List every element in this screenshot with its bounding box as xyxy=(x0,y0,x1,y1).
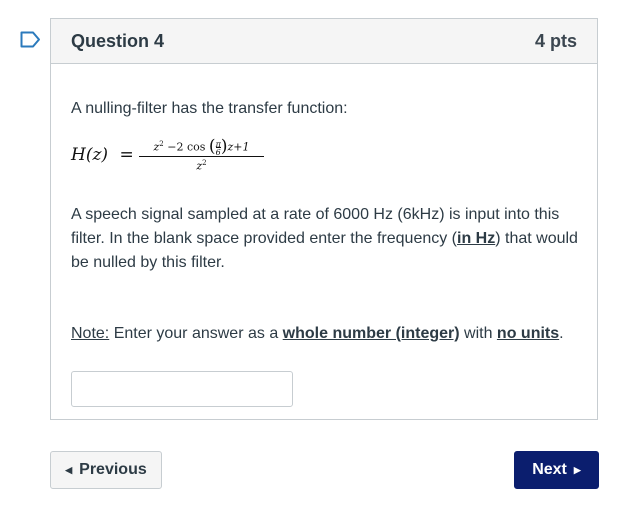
question-intro: A nulling-filter has the transfer functi… xyxy=(71,100,348,117)
previous-button[interactable]: ◀ Previous xyxy=(50,451,162,489)
question-note: Note: Enter your answer as a whole numbe… xyxy=(71,325,564,342)
formula-lhs: H(z) = xyxy=(71,145,134,165)
triangle-right-icon: ▶ xyxy=(573,464,581,475)
formula-numerator: z2 −2 cos (π 6)z+1 xyxy=(153,136,250,157)
in-hz-link[interactable]: in Hz xyxy=(457,230,495,247)
question-title: Question 4 xyxy=(71,30,165,51)
question-header: Question 4 4 pts xyxy=(51,19,597,64)
previous-label: Previous xyxy=(79,461,147,478)
formula-fraction: z2 −2 cos (π 6)z+1 z2 xyxy=(139,133,264,173)
formula-fraction-bar xyxy=(139,156,264,157)
question-description: A speech signal sampled at a rate of 600… xyxy=(71,206,578,271)
question-points: 4 pts xyxy=(534,30,577,51)
next-label: Next xyxy=(532,461,567,478)
formula-denominator: z2 xyxy=(196,159,207,173)
bookmark-flag-icon[interactable] xyxy=(20,31,41,48)
question-card: Question 4 4 pts A nulling-filter has th… xyxy=(50,18,598,420)
triangle-left-icon: ◀ xyxy=(65,464,73,475)
note-emphasis-no-units: no units xyxy=(496,325,560,342)
transfer-function-formula: H(z) = z2 −2 cos (π 6)z+1 z2 xyxy=(71,133,371,179)
note-label: Note: xyxy=(71,325,110,342)
note-emphasis-integer: whole number (integer) xyxy=(282,325,460,342)
answer-input[interactable] xyxy=(71,371,293,407)
next-button[interactable]: Next ▶ xyxy=(514,451,599,489)
